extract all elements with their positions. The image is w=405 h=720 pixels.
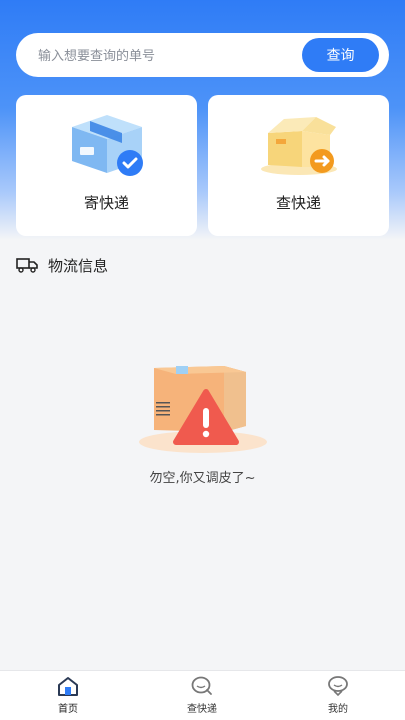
tab-mine-label: 我的 xyxy=(328,704,348,715)
search-icon xyxy=(191,676,212,695)
open-package-icon xyxy=(260,117,337,175)
tab-mine[interactable]: 我的 xyxy=(298,675,378,719)
tab-query[interactable]: 查快递 xyxy=(162,675,242,719)
section-title-text: 物流信息 xyxy=(48,256,109,275)
query-express-card[interactable]: 查快递 xyxy=(208,95,389,236)
search-input[interactable] xyxy=(36,33,290,79)
bottom-tab-bar: 首页 查快递 我的 xyxy=(0,670,405,720)
search-bar: 查询 xyxy=(16,33,389,79)
logistics-section-title: 物流信息 xyxy=(16,253,108,277)
tab-home[interactable]: 首页 xyxy=(28,675,108,719)
empty-state-message: 勿空,你又调皮了~ xyxy=(149,471,256,486)
home-icon xyxy=(58,677,78,696)
truck-icon xyxy=(16,258,38,273)
profile-icon xyxy=(328,676,348,697)
send-express-card[interactable]: 寄快递 xyxy=(16,95,197,236)
query-express-label: 查快递 xyxy=(275,194,321,212)
send-package-icon xyxy=(71,115,143,176)
empty-box-warning-icon xyxy=(139,366,267,453)
tab-query-label: 查快递 xyxy=(187,704,217,715)
tab-home-label: 首页 xyxy=(58,704,78,715)
send-express-label: 寄快递 xyxy=(83,194,129,212)
search-button[interactable]: 查询 xyxy=(302,38,379,72)
